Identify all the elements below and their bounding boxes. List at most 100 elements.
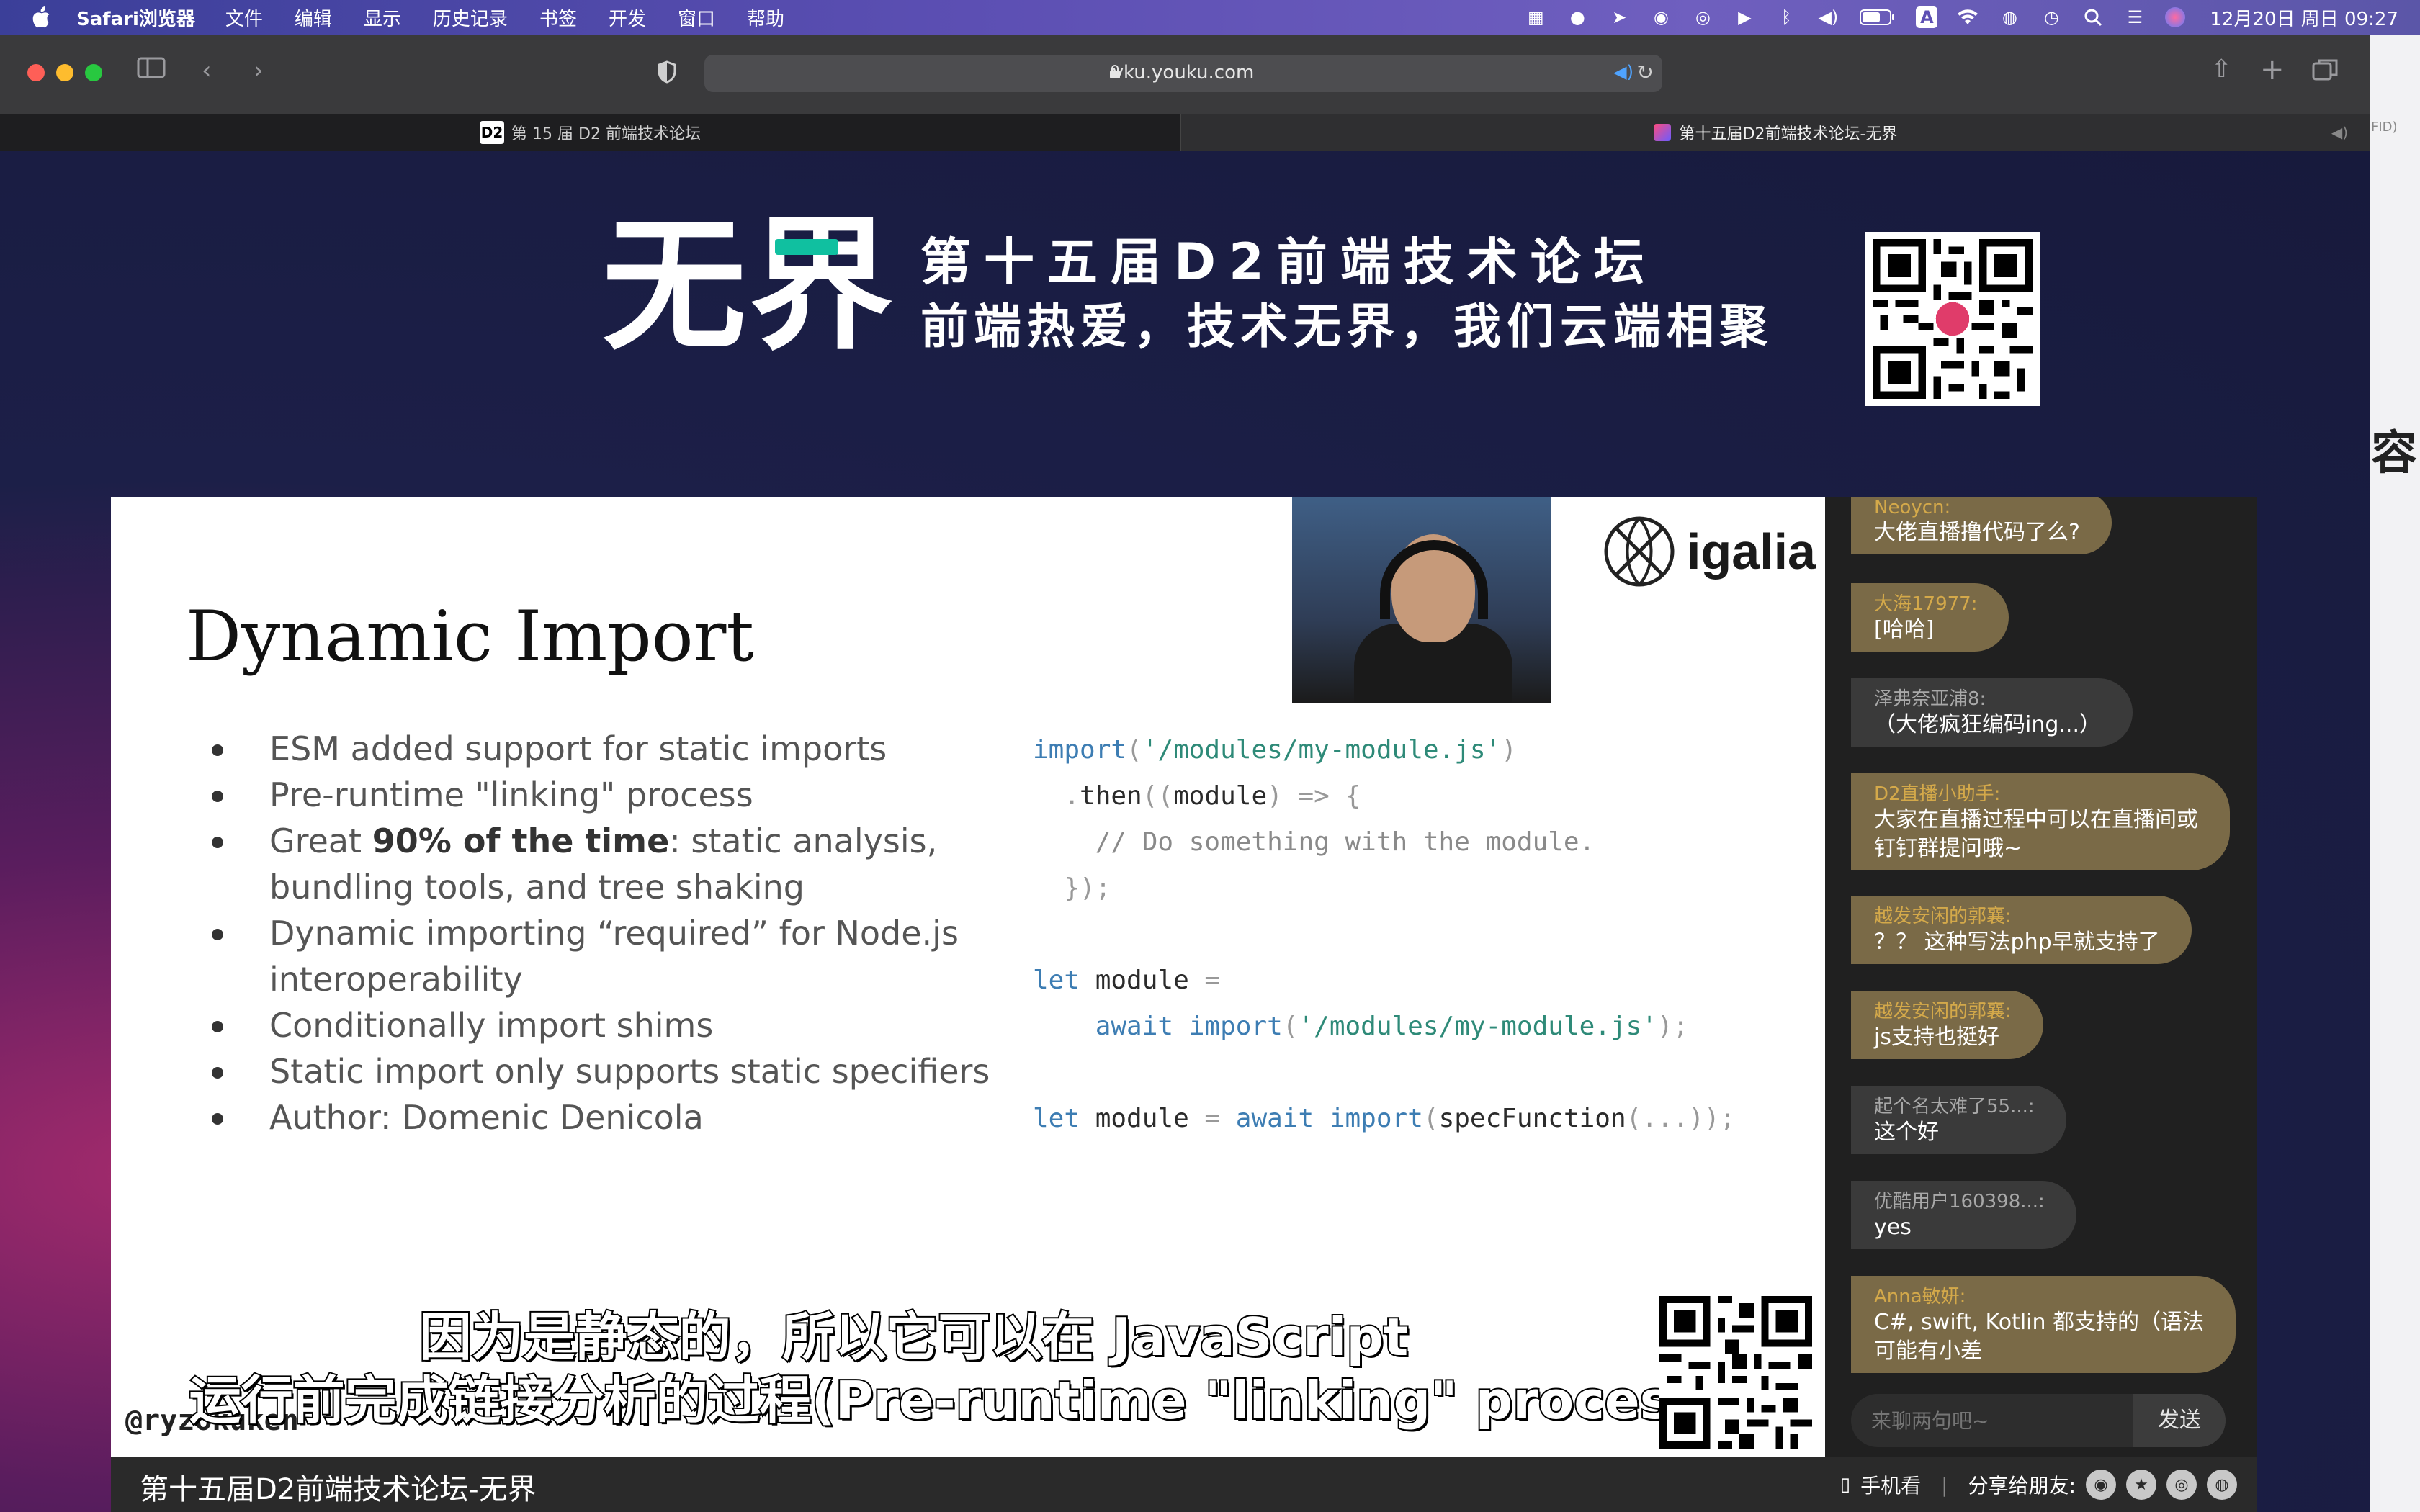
menu-develop[interactable]: 开发 bbox=[609, 4, 646, 31]
code-line: // Do something with the module. bbox=[1033, 827, 1595, 857]
chat-message: 越发安闲的郭襄: ？？ 这种写法php早就支持了 bbox=[1851, 896, 2192, 964]
tab-bar: D2 第 15 届 D2 前端技术论坛 第十五届D2前端技术论坛-无界 ◀) bbox=[0, 114, 2370, 151]
menu-window[interactable]: 窗口 bbox=[678, 4, 715, 31]
tab-d2-forum[interactable]: D2 第 15 届 D2 前端技术论坛 bbox=[0, 114, 1181, 151]
slide-bullet: Dynamic importing “required” for Node.js… bbox=[212, 910, 1004, 1002]
code-line: await import('/modules/my-module.js'); bbox=[1033, 1012, 1689, 1041]
chat-username[interactable]: Neoycn: bbox=[1874, 497, 2080, 518]
share-controls: ▯ 手机看 | 分享给朋友: ◉ ★ ◎ ◍ bbox=[1840, 1457, 2237, 1512]
close-window-button[interactable] bbox=[27, 64, 45, 81]
video-player[interactable]: Dynamic Import ESM added support for sta… bbox=[111, 497, 1825, 1457]
chat-composer: 发送 bbox=[1851, 1394, 2226, 1447]
volume-icon[interactable]: ◀) bbox=[1816, 6, 1839, 28]
chat-message: 大海17977: [哈哈] bbox=[1851, 583, 2009, 652]
apple-logo-icon[interactable] bbox=[30, 6, 52, 29]
vpn-icon[interactable]: ● bbox=[1566, 6, 1589, 28]
chat-username[interactable]: 优酷用户160398...: bbox=[1874, 1187, 2045, 1213]
igalia-wordmark: igalia bbox=[1687, 523, 1816, 580]
qq-icon[interactable]: ◍ bbox=[2207, 1470, 2237, 1500]
wechat-icon[interactable]: ◉ bbox=[2086, 1470, 2116, 1500]
menubar-clock[interactable]: 12月20日 周日 09:27 bbox=[2210, 4, 2398, 31]
chat-text: yes bbox=[1874, 1215, 1912, 1240]
privacy-shield-icon[interactable] bbox=[657, 60, 677, 90]
chat-username[interactable]: 泽弗奈亚浦8: bbox=[1874, 684, 2101, 711]
battery-icon[interactable] bbox=[1858, 6, 1897, 28]
chat-username[interactable]: Anna敏妍: bbox=[1874, 1282, 2204, 1308]
send-button[interactable]: 发送 bbox=[2133, 1394, 2226, 1447]
igalia-logo: igalia bbox=[1602, 514, 1816, 589]
slide-bullet: Great 90% of the time: static analysis, … bbox=[212, 818, 1004, 910]
subtitle-line: 运行前完成链接分析的过程(Pre-runtime "linking" proce… bbox=[188, 1369, 1727, 1432]
sidebar-toggle-icon[interactable] bbox=[137, 56, 166, 86]
chat-message: 优酷用户160398...: yes bbox=[1851, 1181, 2076, 1249]
reload-icon[interactable]: ↻ bbox=[1637, 60, 1654, 84]
chat-text: （大佬疯狂编码ing...） bbox=[1874, 712, 2101, 737]
code-line: }); bbox=[1033, 873, 1111, 903]
d2-favicon-icon: D2 bbox=[480, 121, 505, 144]
menu-app-name[interactable]: Safari浏览器 bbox=[76, 4, 195, 31]
url-text: vku.youku.com bbox=[1112, 62, 1255, 84]
trello-icon[interactable]: ▦ bbox=[1524, 6, 1547, 28]
address-bar[interactable]: vku.youku.com ◀) ↻ bbox=[704, 55, 1662, 92]
chat-username[interactable]: 越发安闲的郭襄: bbox=[1874, 996, 2012, 1023]
chat-input[interactable] bbox=[1851, 1394, 2133, 1447]
bullet-dot-icon bbox=[212, 744, 223, 756]
chat-username[interactable]: 大海17977: bbox=[1874, 589, 1977, 616]
star-icon[interactable]: ★ bbox=[2126, 1470, 2156, 1500]
bullet-dot-icon bbox=[212, 929, 223, 940]
zoom-window-button[interactable] bbox=[85, 64, 102, 81]
share-icon[interactable]: ⇧ bbox=[2211, 55, 2232, 84]
chat-message: Anna敏妍: C#, swift, Kotlin 都支持的（语法 可能有小差 bbox=[1851, 1276, 2236, 1373]
chat-username[interactable]: 起个名太难了55...: bbox=[1874, 1092, 2035, 1118]
audio-playing-icon[interactable]: ◀) bbox=[1613, 62, 1634, 82]
chat-text: 大家在直播过程中可以在直播间或 钉钉群提问哦~ bbox=[1874, 807, 2198, 861]
chat-text: ？？ 这种写法php早就支持了 bbox=[1874, 930, 2160, 955]
event-banner: 无界 第十五届D2前端技术论坛 前端热爱，技术无界，我们云端相聚 bbox=[0, 151, 2370, 497]
chat-username[interactable]: 越发安闲的郭襄: bbox=[1874, 901, 2160, 928]
mobile-phone-icon[interactable]: ▯ bbox=[1840, 1474, 1850, 1495]
bullet-dot-icon bbox=[212, 1021, 223, 1032]
send-icon[interactable]: ➤ bbox=[1608, 6, 1631, 28]
tab-audio-icon[interactable]: ◀) bbox=[2331, 124, 2348, 141]
time-machine-icon[interactable]: ◷ bbox=[2040, 6, 2063, 28]
watch-on-mobile-link[interactable]: 手机看 bbox=[1860, 1470, 1921, 1499]
separator: | bbox=[1941, 1472, 1948, 1497]
new-tab-icon[interactable]: + bbox=[2260, 53, 2285, 86]
tab-overview-icon[interactable] bbox=[2312, 58, 2338, 87]
user-icon[interactable]: ◍ bbox=[1998, 6, 2021, 28]
wechat-icon[interactable]: ◉ bbox=[1649, 6, 1672, 28]
tab-youku-live[interactable]: 第十五届D2前端技术论坛-无界 ◀) bbox=[1181, 114, 2370, 151]
menu-help[interactable]: 帮助 bbox=[747, 4, 784, 31]
bluetooth-icon[interactable]: ᛒ bbox=[1775, 6, 1798, 28]
siri-icon[interactable] bbox=[2165, 7, 2186, 27]
weibo-icon[interactable]: ◎ bbox=[2166, 1470, 2197, 1500]
qq-icon[interactable]: ◎ bbox=[1691, 6, 1714, 28]
input-method-icon[interactable]: A bbox=[1916, 6, 1938, 28]
code-line: import('/modules/my-module.js') bbox=[1033, 735, 1517, 765]
live-chat-panel: Neoycn: 大佬直播撸代码了么? 大海17977: [哈哈] 泽弗奈亚浦8:… bbox=[1825, 497, 2257, 1457]
youku-favicon-icon bbox=[1653, 124, 1671, 141]
slide-bullet: Pre-runtime "linking" process bbox=[212, 772, 1004, 818]
background-window-text: 容 bbox=[2371, 427, 2417, 480]
tab-label: 第 15 届 D2 前端技术论坛 bbox=[511, 125, 701, 143]
forward-icon[interactable]: › bbox=[254, 56, 264, 85]
bullet-dot-icon bbox=[212, 1113, 223, 1125]
search-icon[interactable] bbox=[2081, 6, 2105, 28]
wifi-icon[interactable] bbox=[1956, 6, 1979, 28]
chat-text: 大佬直播撸代码了么? bbox=[1874, 520, 2080, 545]
menu-view[interactable]: 显示 bbox=[364, 4, 401, 31]
menu-edit[interactable]: 编辑 bbox=[295, 4, 332, 31]
play-icon[interactable]: ▶ bbox=[1733, 6, 1756, 28]
minimize-window-button[interactable] bbox=[56, 64, 73, 81]
chat-text: 这个好 bbox=[1874, 1120, 1939, 1145]
control-center-icon[interactable]: ☰ bbox=[2123, 6, 2146, 28]
menu-file[interactable]: 文件 bbox=[225, 4, 263, 31]
bullet-dot-icon bbox=[212, 837, 223, 848]
menu-history[interactable]: 历史记录 bbox=[433, 4, 508, 31]
back-icon[interactable]: ‹ bbox=[202, 56, 212, 85]
code-line: let module = await import(specFunction(.… bbox=[1033, 1104, 1736, 1133]
menu-bookmarks[interactable]: 书签 bbox=[539, 4, 577, 31]
speaker-webcam bbox=[1292, 497, 1551, 703]
chat-username[interactable]: D2直播小助手: bbox=[1874, 779, 2198, 806]
